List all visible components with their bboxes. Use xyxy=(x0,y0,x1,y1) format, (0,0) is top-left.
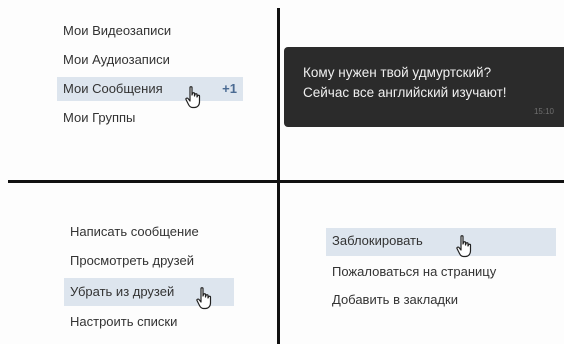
hand-pointer-icon xyxy=(185,86,201,109)
horizontal-divider xyxy=(8,180,564,183)
menu-item-label: Просмотреть друзей xyxy=(70,253,194,268)
page-actions-menu: Заблокировать Пожаловаться на страницу Д… xyxy=(326,228,558,318)
meme-frame: Мои Видеозаписи Мои Аудиозаписи Мои Сооб… xyxy=(0,0,564,344)
menu-item-label: Мои Группы xyxy=(63,110,136,125)
profile-menu: Мои Видеозаписи Мои Аудиозаписи Мои Сооб… xyxy=(57,19,249,131)
vertical-divider xyxy=(277,8,280,344)
menu-item-report-page[interactable]: Пожаловаться на страницу xyxy=(326,260,496,284)
menu-item-view-friends[interactable]: Просмотреть друзей xyxy=(64,249,194,273)
menu-item-label: Мои Видеозаписи xyxy=(63,23,172,38)
menu-item-messages[interactable]: Мои Сообщения +1 xyxy=(57,77,243,101)
menu-item-add-bookmark[interactable]: Добавить в закладки xyxy=(326,288,458,312)
menu-item-label: Убрать из друзей xyxy=(70,284,175,299)
unread-count-badge: +1 xyxy=(222,81,237,96)
menu-item-block[interactable]: Заблокировать xyxy=(326,228,556,256)
menu-item-label: Настроить списки xyxy=(70,314,178,329)
menu-item-videos[interactable]: Мои Видеозаписи xyxy=(57,19,171,43)
hand-pointer-icon xyxy=(456,235,472,258)
hand-pointer-icon xyxy=(196,287,212,310)
menu-item-label: Пожаловаться на страницу xyxy=(332,264,497,279)
menu-item-label: Мои Аудиозаписи xyxy=(63,52,170,67)
message-time: 15:10 xyxy=(533,107,554,116)
friend-actions-menu: Написать сообщение Просмотреть друзей Уб… xyxy=(64,220,240,338)
menu-item-label: Мои Сообщения xyxy=(63,81,163,96)
message-line-1: Кому нужен твой удмуртский? xyxy=(303,65,492,80)
menu-item-configure-lists[interactable]: Настроить списки xyxy=(64,310,177,334)
message-bubble: Кому нужен твой удмуртский? Сейчас все а… xyxy=(284,47,564,127)
message-line-2: Сейчас все английский изучают! xyxy=(303,85,507,100)
menu-item-write-message[interactable]: Написать сообщение xyxy=(64,220,199,244)
menu-item-audio[interactable]: Мои Аудиозаписи xyxy=(57,48,170,72)
menu-item-label: Заблокировать xyxy=(332,233,423,248)
menu-item-label: Добавить в закладки xyxy=(332,292,458,307)
menu-item-groups[interactable]: Мои Группы xyxy=(57,106,135,130)
menu-item-label: Написать сообщение xyxy=(70,224,199,239)
